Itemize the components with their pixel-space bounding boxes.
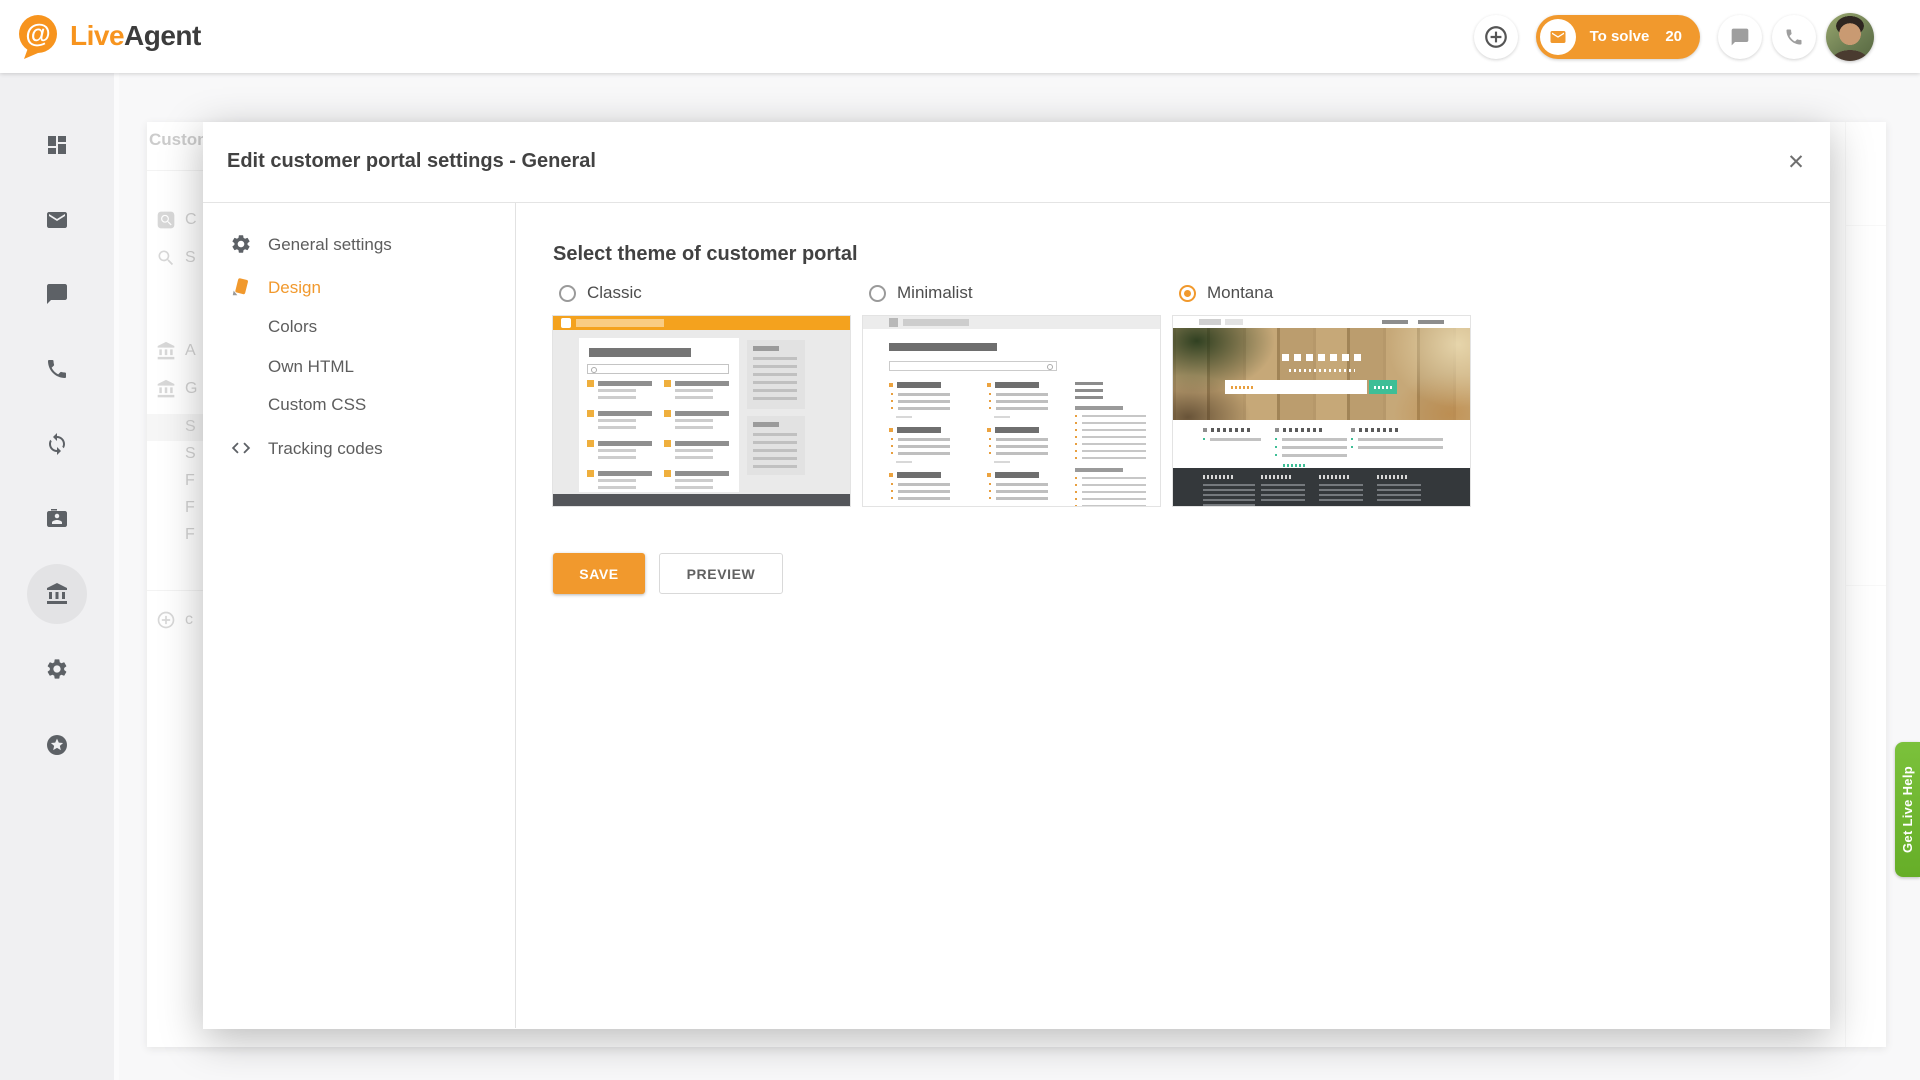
add-button[interactable] — [1474, 15, 1518, 59]
contact-card-icon — [45, 507, 69, 531]
svg-text:@: @ — [25, 18, 50, 48]
design-icon — [230, 276, 254, 300]
radio-classic[interactable]: Classic — [553, 281, 850, 305]
modal-nav: General settings Design Colors Own HTML … — [203, 203, 516, 1028]
sidebar-item-contacts[interactable] — [27, 489, 87, 549]
nav-item-own-html[interactable]: Own HTML — [203, 350, 515, 384]
theme-option-montana: Montana — [1173, 281, 1470, 506]
preview-button[interactable]: PREVIEW — [659, 553, 783, 594]
get-live-help-label: Get Live Help — [1900, 766, 1915, 853]
thumb-search-button — [1369, 380, 1397, 394]
thumb-header — [1173, 316, 1470, 328]
chat-bubble-icon — [45, 282, 69, 306]
sidebar-item-chat[interactable] — [27, 264, 87, 324]
thumb-sidebar — [1075, 382, 1151, 506]
nav-item-colors[interactable]: Colors — [203, 310, 515, 344]
radio-button-icon[interactable] — [559, 285, 576, 302]
thumb-links-section — [1173, 420, 1470, 468]
code-icon — [230, 437, 254, 461]
to-solve-count: 20 — [1665, 28, 1682, 45]
theme-option-classic: Classic — [553, 281, 850, 506]
nav-item-design[interactable]: Design — [203, 271, 515, 305]
sidebar-item-badges[interactable] — [27, 715, 87, 775]
top-header: @ LiveAgent To solve 20 — [0, 0, 1920, 73]
phone-header-button[interactable] — [1772, 15, 1816, 59]
to-solve-label: To solve — [1590, 28, 1650, 45]
save-button[interactable]: SAVE — [553, 553, 645, 594]
edit-portal-settings-modal: Edit customer portal settings - General … — [203, 122, 1830, 1029]
close-icon[interactable]: ✕ — [1778, 144, 1814, 180]
radio-minimalist[interactable]: Minimalist — [863, 281, 1160, 305]
thumb-footer — [553, 494, 850, 506]
sidebar-item-automation[interactable] — [27, 414, 87, 474]
star-badge-icon — [45, 733, 69, 757]
modal-title: Edit customer portal settings - General — [227, 150, 596, 173]
modal-titlebar: Edit customer portal settings - General … — [203, 122, 1830, 203]
radio-montana[interactable]: Montana — [1173, 281, 1470, 305]
theme-section-heading: Select theme of customer portal — [553, 243, 858, 266]
thumb-search — [1225, 380, 1367, 394]
nav-item-tracking-codes[interactable]: Tracking codes — [203, 432, 515, 466]
gear-icon — [45, 657, 69, 681]
bank-icon — [45, 582, 69, 606]
theme-thumbnail-minimalist[interactable] — [863, 316, 1160, 506]
chat-header-button[interactable] — [1718, 15, 1762, 59]
thumb-search — [587, 364, 729, 374]
thumb-sidebar — [747, 340, 805, 482]
sidebar-item-calls[interactable] — [27, 339, 87, 399]
theme-thumbnail-montana[interactable] — [1173, 316, 1470, 506]
thumb-header — [863, 316, 1160, 329]
sidebar-item-settings[interactable] — [27, 639, 87, 699]
dashboard-icon — [45, 133, 69, 157]
mail-icon — [45, 208, 69, 232]
loop-icon — [45, 432, 69, 456]
nav-item-general-settings[interactable]: General settings — [203, 228, 515, 262]
plus-circle-icon — [1483, 24, 1509, 50]
theme-option-minimalist: Minimalist — [863, 281, 1160, 506]
logo-bubble-icon: @ — [14, 12, 62, 60]
modal-content: Select theme of customer portal Classic — [516, 203, 1830, 1028]
left-sidebar — [0, 73, 114, 1080]
chat-icon — [1730, 27, 1750, 47]
gear-icon — [230, 233, 254, 257]
radio-button-icon[interactable] — [1179, 285, 1196, 302]
nav-item-custom-css[interactable]: Custom CSS — [203, 388, 515, 422]
to-solve-badge[interactable]: To solve 20 — [1536, 15, 1700, 59]
logo-text: LiveAgent — [70, 20, 201, 52]
get-live-help-tab[interactable]: Get Live Help — [1895, 742, 1920, 877]
radio-button-icon[interactable] — [869, 285, 886, 302]
sidebar-item-customer-portal[interactable] — [27, 564, 87, 624]
thumb-footer — [1173, 468, 1470, 506]
thumb-search — [889, 361, 1057, 371]
liveagent-logo[interactable]: @ LiveAgent — [14, 12, 201, 60]
user-avatar[interactable] — [1826, 13, 1874, 61]
theme-thumbnail-classic[interactable] — [553, 316, 850, 506]
envelope-icon — [1549, 28, 1567, 46]
sidebar-item-mail[interactable] — [27, 190, 87, 250]
theme-options: Classic — [553, 281, 1470, 506]
sidebar-divider — [114, 73, 119, 1080]
phone-icon — [1784, 27, 1804, 47]
thumb-main-panel — [579, 338, 739, 492]
phone-icon — [45, 357, 69, 381]
thumb-header — [553, 316, 850, 330]
thumb-hero-image — [1173, 328, 1470, 420]
sidebar-item-dashboard[interactable] — [27, 115, 87, 175]
